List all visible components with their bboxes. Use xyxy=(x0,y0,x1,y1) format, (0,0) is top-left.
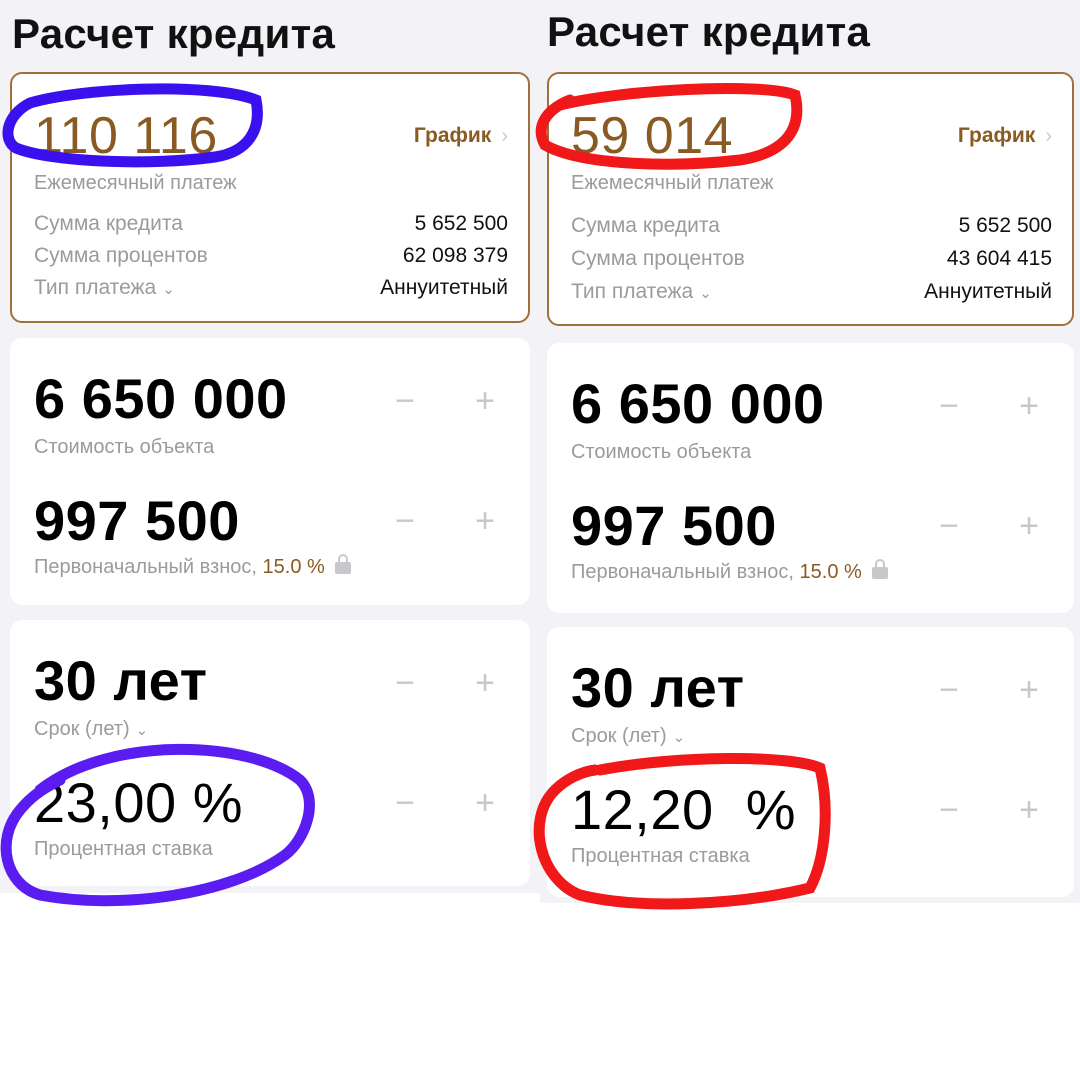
chevron-down-icon: ⌄ xyxy=(672,729,686,746)
down-payment-label: Первоначальный взнос, xyxy=(571,561,794,583)
calculator-panel-right: Расчет кредита 59 014 Ежемесячный платеж… xyxy=(533,0,1080,910)
property-card: 6 650 000 Стоимость объекта − + 997 500 … xyxy=(10,338,530,605)
page-title: Расчет кредита xyxy=(547,8,871,55)
interest-total-row: Сумма процентов 62 098 379 xyxy=(34,244,508,268)
lock-icon[interactable] xyxy=(334,554,351,574)
loan-amount-value: 5 652 500 xyxy=(414,212,508,235)
interest-total-label: Сумма процентов xyxy=(571,247,745,270)
term-label: Срок (лет) xyxy=(34,718,130,740)
increment-button[interactable]: + xyxy=(1014,791,1044,830)
terms-card: 30 лет Срок (лет) ⌄ − + 12,20 % Процентна… xyxy=(547,627,1074,897)
down-payment-stepper: − + xyxy=(934,507,1044,546)
payment-type-row[interactable]: Тип платежа ⌄ Аннуитетный xyxy=(571,280,1052,304)
payment-type-label: Тип платежа xyxy=(34,276,157,299)
increment-button[interactable]: + xyxy=(470,784,500,823)
interest-rate-stepper: − + xyxy=(390,784,500,823)
schedule-link[interactable]: График › xyxy=(414,124,508,148)
decrement-button[interactable]: − xyxy=(934,387,964,426)
payment-type-selector[interactable]: Тип платежа ⌄ xyxy=(571,280,712,304)
loan-amount-label: Сумма кредита xyxy=(34,212,183,235)
payment-type-label: Тип платежа xyxy=(571,280,694,303)
interest-rate-label: Процентная ставка xyxy=(34,838,213,860)
monthly-payment-value: 110 116 xyxy=(34,107,218,165)
decrement-button[interactable]: − xyxy=(390,664,420,703)
monthly-payment-label: Ежемесячный платеж xyxy=(571,172,774,194)
property-price-label: Стоимость объекта xyxy=(571,441,752,463)
property-price-label: Стоимость объекта xyxy=(34,436,215,458)
increment-button[interactable]: + xyxy=(470,664,500,703)
down-payment-percent: 15.0 % xyxy=(799,561,862,583)
decrement-button[interactable]: − xyxy=(934,791,964,830)
down-payment-stepper: − + xyxy=(390,502,500,541)
down-payment-percent: 15.0 % xyxy=(262,556,325,578)
increment-button[interactable]: + xyxy=(1014,671,1044,710)
term-selector[interactable]: Срок (лет) ⌄ xyxy=(571,725,685,748)
term-selector[interactable]: Срок (лет) ⌄ xyxy=(34,718,148,741)
page-title: Расчет кредита xyxy=(12,10,336,57)
loan-amount-row: Сумма кредита 5 652 500 xyxy=(34,212,508,236)
interest-rate-stepper: − + xyxy=(934,791,1044,830)
increment-button[interactable]: + xyxy=(470,382,500,421)
lock-icon[interactable] xyxy=(871,559,888,579)
property-price-value[interactable]: 6 650 000 xyxy=(34,366,288,431)
down-payment-caption: Первоначальный взнос, 15.0 % xyxy=(571,559,888,584)
monthly-payment-value: 59 014 xyxy=(571,107,734,165)
summary-card: 59 014 Ежемесячный платеж График › Сумма… xyxy=(547,72,1074,326)
term-label: Срок (лет) xyxy=(571,725,667,747)
increment-button[interactable]: + xyxy=(1014,387,1044,426)
chevron-right-icon: › xyxy=(501,124,508,147)
chevron-down-icon: ⌄ xyxy=(162,281,175,298)
term-value[interactable]: 30 лет xyxy=(571,655,745,720)
interest-total-label: Сумма процентов xyxy=(34,244,208,267)
term-stepper: − + xyxy=(934,671,1044,710)
decrement-button[interactable]: − xyxy=(390,382,420,421)
down-payment-caption: Первоначальный взнос, 15.0 % xyxy=(34,554,351,579)
payment-type-value: Аннуитетный xyxy=(924,280,1052,303)
summary-card: 110 116 Ежемесячный платеж График › Сумм… xyxy=(10,72,530,323)
interest-total-value: 62 098 379 xyxy=(402,244,508,267)
loan-amount-value: 5 652 500 xyxy=(958,214,1052,237)
payment-type-selector[interactable]: Тип платежа ⌄ xyxy=(34,276,175,300)
schedule-link-label: График xyxy=(413,124,492,147)
interest-rate-label: Процентная ставка xyxy=(571,845,750,867)
decrement-button[interactable]: − xyxy=(390,784,420,823)
schedule-link-label: График xyxy=(957,124,1036,147)
property-price-value[interactable]: 6 650 000 xyxy=(571,371,825,436)
down-payment-value[interactable]: 997 500 xyxy=(571,493,777,558)
term-value[interactable]: 30 лет xyxy=(34,648,208,713)
decrement-button[interactable]: − xyxy=(934,507,964,546)
chevron-right-icon: › xyxy=(1045,124,1052,147)
chevron-down-icon: ⌄ xyxy=(135,722,149,739)
increment-button[interactable]: + xyxy=(1014,507,1044,546)
loan-amount-row: Сумма кредита 5 652 500 xyxy=(571,214,1052,238)
chevron-down-icon: ⌄ xyxy=(699,285,712,302)
terms-card: 30 лет Срок (лет) ⌄ − + 23,00 % Процентна… xyxy=(10,620,530,886)
payment-type-row[interactable]: Тип платежа ⌄ Аннуитетный xyxy=(34,276,508,300)
interest-total-value: 43 604 415 xyxy=(946,247,1052,270)
interest-rate-value[interactable]: 12,20 % xyxy=(571,777,796,842)
property-price-stepper: − + xyxy=(390,382,500,421)
property-price-stepper: − + xyxy=(934,387,1044,426)
calculator-panel-left: Расчет кредита 110 116 Ежемесячный плате… xyxy=(0,0,540,907)
down-payment-label: Первоначальный взнос, xyxy=(34,556,257,578)
payment-type-value: Аннуитетный xyxy=(380,276,508,299)
term-stepper: − + xyxy=(390,664,500,703)
monthly-payment-label: Ежемесячный платеж xyxy=(34,172,237,194)
loan-amount-label: Сумма кредита xyxy=(571,214,720,237)
interest-total-row: Сумма процентов 43 604 415 xyxy=(571,247,1052,271)
decrement-button[interactable]: − xyxy=(390,502,420,541)
increment-button[interactable]: + xyxy=(470,502,500,541)
down-payment-value[interactable]: 997 500 xyxy=(34,488,240,553)
property-card: 6 650 000 Стоимость объекта − + 997 500 … xyxy=(547,343,1074,613)
decrement-button[interactable]: − xyxy=(934,671,964,710)
schedule-link[interactable]: График › xyxy=(958,124,1052,148)
interest-rate-value[interactable]: 23,00 % xyxy=(34,770,243,835)
